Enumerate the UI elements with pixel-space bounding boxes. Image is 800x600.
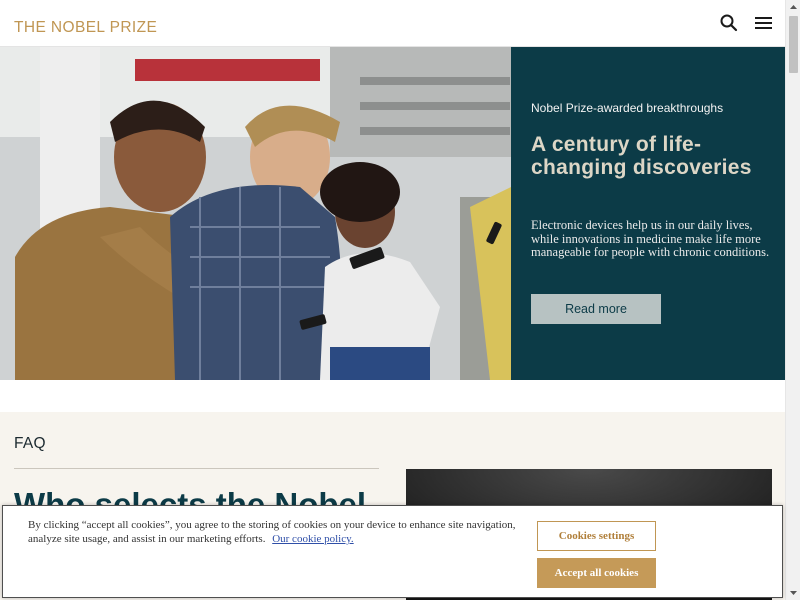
search-icon[interactable] xyxy=(718,12,740,34)
site-header: THE NOBEL PRIZE xyxy=(0,0,785,47)
scroll-thumb[interactable] xyxy=(789,16,798,73)
cookies-settings-button[interactable]: Cookies settings xyxy=(537,521,656,551)
hero-section: Nobel Prize-awarded breakthroughs A cent… xyxy=(0,47,785,380)
faq-divider xyxy=(14,468,379,469)
menu-icon[interactable] xyxy=(753,12,775,34)
page-scrollbar[interactable] xyxy=(785,0,800,600)
faq-label: FAQ xyxy=(14,435,46,452)
read-more-button[interactable]: Read more xyxy=(531,294,661,324)
hero-panel: Nobel Prize-awarded breakthroughs A cent… xyxy=(511,47,785,380)
hero-kicker: Nobel Prize-awarded breakthroughs xyxy=(531,101,724,115)
cookie-banner: By clicking “accept all cookies”, you ag… xyxy=(2,505,783,598)
cookie-policy-link[interactable]: Our cookie policy. xyxy=(272,533,353,545)
accept-all-cookies-button[interactable]: Accept all cookies xyxy=(537,558,656,588)
hero-image xyxy=(0,47,511,380)
nobel-prize-logo[interactable]: THE NOBEL PRIZE xyxy=(14,19,157,37)
hero-description: Electronic devices help us in our daily … xyxy=(531,218,770,259)
cookie-message: By clicking “accept all cookies”, you ag… xyxy=(28,518,528,546)
scroll-down-arrow-icon[interactable] xyxy=(786,585,800,600)
hero-title: A century of life-changing discoveries xyxy=(531,133,752,179)
scroll-up-arrow-icon[interactable] xyxy=(786,0,800,15)
